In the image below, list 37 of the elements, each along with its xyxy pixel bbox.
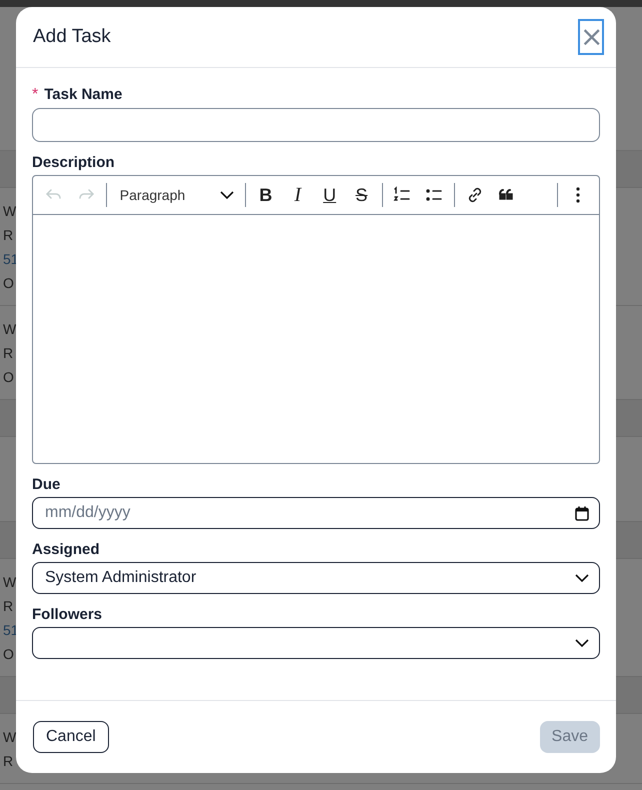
task-name-input[interactable] [32,108,600,142]
field-label: Due [32,476,60,493]
strike-button[interactable]: S [346,180,376,210]
chevron-down-icon [575,639,589,647]
field-label: Followers [32,606,102,623]
calendar-icon [575,506,589,520]
background-text: W [3,573,16,592]
background-text: W [3,728,16,747]
paragraph-format-dropdown[interactable]: Paragraph [112,180,240,210]
field-label: Task Name [44,86,122,103]
select-field[interactable]: System Administrator [32,562,600,594]
cancel-button[interactable]: Cancel [33,721,109,753]
select-field[interactable] [32,627,600,659]
field-label: Description [32,154,115,171]
background-text: W [3,202,16,221]
italic-button[interactable]: I [282,180,313,210]
field-label: Assigned [32,541,100,558]
close-button[interactable]: × [580,21,602,53]
background-text: W [3,320,16,339]
required-asterisk: * [32,86,38,104]
rich-text-editor[interactable]: Paragraph B I U S [32,175,600,464]
date-input[interactable]: mm/dd/yyyy [32,497,600,529]
bold-button[interactable]: B [250,180,281,210]
background-text: O [3,368,14,387]
background-text: R [3,344,14,363]
date-placeholder: mm/dd/yyyy [45,504,130,522]
more-icon [576,187,580,203]
chevron-down-icon [575,574,589,582]
background-text: R [3,597,14,616]
numbered-list-icon [393,186,412,204]
background-text: R [3,752,14,771]
underline-button[interactable]: U [314,180,345,210]
dialog-title: Add Task [33,26,111,48]
background-text: O [3,274,14,293]
background-text: O [3,645,14,664]
chevron-down-icon [220,191,234,199]
background-text: R [3,226,14,245]
